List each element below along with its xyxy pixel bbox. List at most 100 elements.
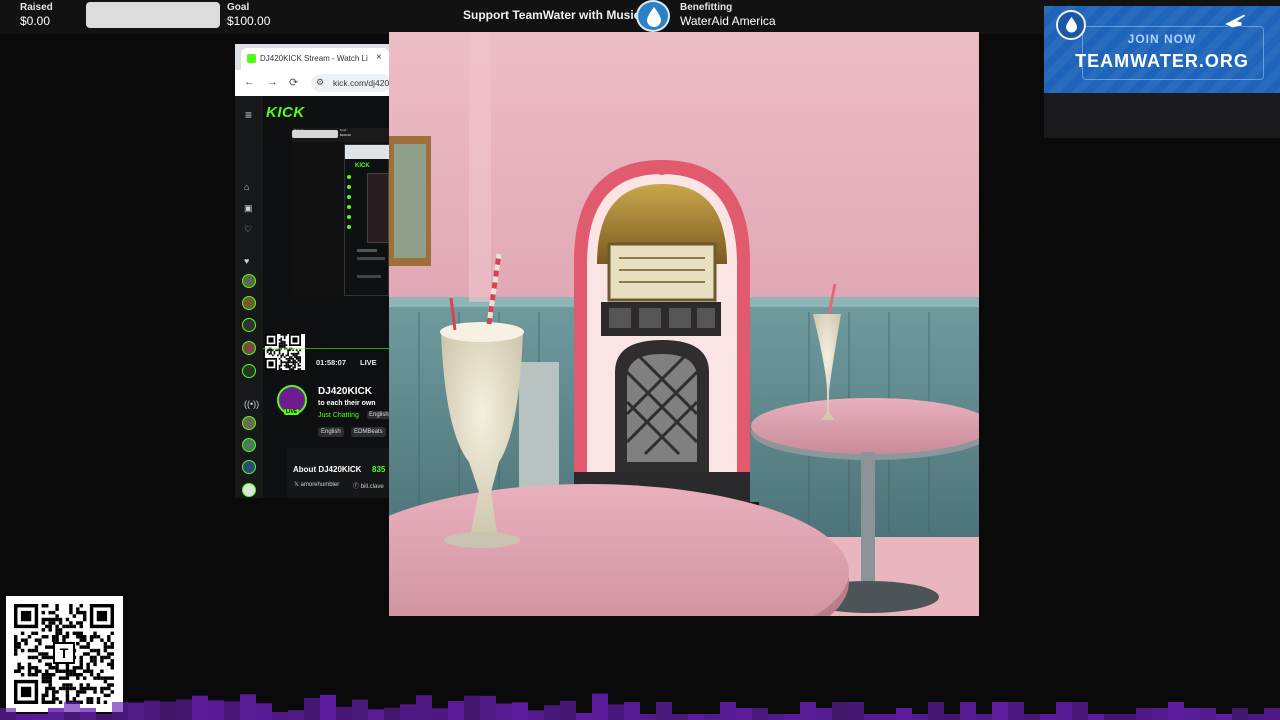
nested-kick-logo: KICK bbox=[355, 163, 370, 169]
visualizer-bar bbox=[192, 695, 208, 720]
mini-progress-bar bbox=[292, 130, 338, 138]
visualizer-bar bbox=[1040, 714, 1056, 720]
visualizer-bar bbox=[432, 708, 448, 720]
browser-tab[interactable]: DJ420KICK Stream - Watch Live × bbox=[241, 48, 389, 70]
benefitting-org: WaterAid America bbox=[680, 14, 776, 28]
visualizer-bar bbox=[1232, 708, 1248, 720]
sidebar-channel-avatar[interactable] bbox=[242, 364, 256, 378]
visualizer-bar bbox=[1024, 714, 1040, 720]
visualizer-bar bbox=[864, 714, 880, 720]
sidebar-channel-avatar[interactable] bbox=[242, 460, 256, 474]
kick-logo[interactable]: KICK bbox=[266, 104, 305, 121]
raised-value: $0.00 bbox=[20, 14, 51, 28]
visualizer-bar bbox=[624, 702, 640, 720]
visualizer-bar bbox=[656, 702, 672, 720]
raised-label: Raised bbox=[20, 2, 53, 13]
kick-sidebar: ≡ ⌂ ▣ ♡ ♥ ((•)) bbox=[235, 96, 263, 498]
about-heading: About DJ420KICK bbox=[293, 465, 362, 474]
menu-icon[interactable]: ≡ bbox=[245, 108, 252, 122]
language-chip[interactable]: English bbox=[367, 411, 389, 419]
goal-label: Goal bbox=[227, 2, 250, 13]
reload-icon[interactable]: ⟳ bbox=[289, 76, 298, 89]
visualizer-bar bbox=[128, 702, 144, 720]
visualizer-bar bbox=[1152, 708, 1168, 720]
visualizer-bar bbox=[368, 709, 384, 720]
visualizer-bar bbox=[912, 714, 928, 720]
visualizer-bar bbox=[544, 705, 560, 720]
visualizer-bar bbox=[528, 710, 544, 720]
sidebar-channel-avatar[interactable] bbox=[242, 438, 256, 452]
mini-goal-value: $100.00 bbox=[340, 133, 351, 137]
teamwater-url[interactable]: TEAMWATER.ORG bbox=[1044, 51, 1280, 72]
nested-text-line bbox=[357, 257, 385, 260]
stream-timer: 01:58:07 bbox=[316, 358, 347, 367]
visualizer-bar bbox=[704, 714, 720, 720]
visualizer-bar bbox=[1168, 702, 1184, 720]
sidebar-channel-avatar[interactable] bbox=[242, 296, 256, 310]
donation-progress-bar bbox=[86, 2, 220, 28]
visualizer-bar bbox=[336, 706, 352, 720]
visualizer-bar bbox=[672, 714, 688, 720]
nested-avatar bbox=[347, 195, 351, 199]
visualizer-bar bbox=[176, 699, 192, 720]
visualizer-bar bbox=[1200, 708, 1216, 720]
visualizer-bar bbox=[1008, 702, 1024, 720]
address-bar[interactable]: ⚙ kick.com/dj420kick bbox=[311, 74, 389, 92]
visualizer-bar bbox=[736, 708, 752, 720]
stream-tag[interactable]: English bbox=[318, 427, 344, 437]
live-indicator: LIVE bbox=[360, 358, 377, 367]
visualizer-bar bbox=[16, 714, 32, 720]
stream-category[interactable]: Just Chatting bbox=[318, 412, 359, 419]
following-icon[interactable]: ♡ bbox=[244, 224, 252, 235]
nested-player bbox=[367, 173, 389, 243]
sidebar-channel-avatar[interactable] bbox=[242, 274, 256, 288]
visualizer-bar bbox=[240, 694, 256, 720]
browse-icon[interactable]: ▣ bbox=[244, 203, 253, 214]
channel-name[interactable]: DJ420KICK bbox=[318, 386, 372, 397]
home-icon[interactable]: ⌂ bbox=[244, 182, 249, 192]
facebook-social-link[interactable]: ⓕ bill.clave bbox=[353, 481, 384, 490]
visualizer-bar bbox=[816, 708, 832, 720]
visualizer-bar bbox=[592, 693, 608, 720]
visualizer-bar bbox=[400, 704, 416, 720]
mini-donation-bar: Raised $0.00 Goal $100.00 bbox=[292, 128, 389, 142]
visualizer-bar bbox=[848, 702, 864, 720]
mini-goal-label: Goal bbox=[340, 128, 347, 132]
benefitting-label: Benefitting bbox=[680, 2, 733, 13]
browser-tab-title: DJ420KICK Stream - Watch Live bbox=[260, 54, 368, 63]
sidebar-channel-avatar[interactable] bbox=[242, 416, 256, 430]
back-icon[interactable]: ← bbox=[244, 76, 255, 88]
visualizer-bar bbox=[640, 714, 656, 720]
forward-icon[interactable]: → bbox=[267, 76, 278, 88]
stream-title: to each their own bbox=[318, 400, 376, 407]
visualizer-bar bbox=[448, 701, 464, 720]
kick-favicon-icon bbox=[247, 54, 256, 63]
close-tab-icon[interactable]: × bbox=[376, 52, 382, 63]
stream-tag[interactable]: EDMBeats bbox=[351, 427, 386, 437]
favorites-icon[interactable]: ♥ bbox=[244, 256, 249, 266]
visualizer-bar bbox=[496, 703, 512, 720]
visualizer-bar bbox=[1216, 714, 1232, 720]
site-info-icon[interactable]: ⚙ bbox=[316, 77, 324, 88]
live-badge: LIVE bbox=[284, 409, 300, 415]
teamwater-banner[interactable]: JOIN NOW TEAMWATER.ORG bbox=[1044, 6, 1280, 93]
jukebox-diner-image bbox=[389, 32, 979, 616]
water-drop-icon bbox=[636, 0, 670, 32]
visualizer-bar bbox=[944, 714, 960, 720]
visualizer-bar bbox=[272, 711, 288, 720]
captured-browser-window: DJ420KICK Stream - Watch Live × ← → ⟳ ⚙ … bbox=[235, 44, 389, 498]
nested-text-line bbox=[357, 249, 377, 252]
visualizer-bar bbox=[784, 714, 800, 720]
visualizer-bar bbox=[1248, 714, 1264, 720]
x-social-link[interactable]: 𝕏 amorehumbler bbox=[294, 481, 339, 488]
visualizer-bar bbox=[512, 702, 528, 720]
sidebar-channel-avatar[interactable] bbox=[242, 483, 256, 497]
visualizer-bar bbox=[1072, 702, 1088, 720]
visualizer-bar bbox=[80, 708, 96, 720]
visualizer-bar bbox=[1056, 702, 1072, 720]
sidebar-channel-avatar[interactable] bbox=[242, 341, 256, 355]
visualizer-bar bbox=[832, 702, 848, 720]
live-signal-icon: ((•)) bbox=[244, 399, 260, 409]
nested-avatar bbox=[347, 185, 351, 189]
sidebar-channel-avatar[interactable] bbox=[242, 318, 256, 332]
